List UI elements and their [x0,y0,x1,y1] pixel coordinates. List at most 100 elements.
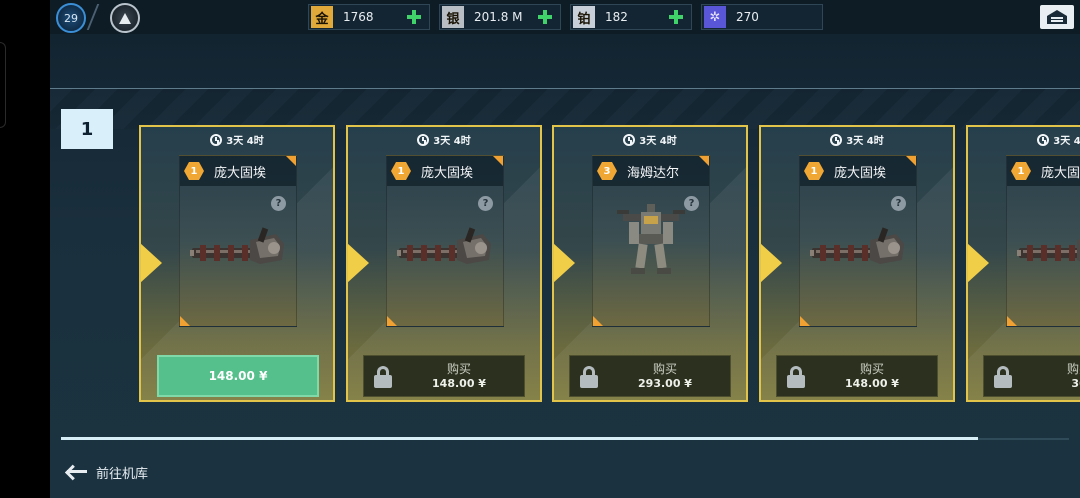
locked-buy-button[interactable]: 购买 293.00 ¥ [569,355,731,397]
header-stripe [50,89,1080,129]
gatling-gun-image [190,227,284,264]
price-label: 148.00 ¥ [208,369,268,383]
lock-icon [994,366,1012,388]
locked-buy-button[interactable]: 购买 36 [983,355,1080,397]
item-name: 庞大固埃 [834,165,887,181]
offer-card[interactable]: 3天 4时 1 庞大固埃 ? 购买 36 [966,125,1080,402]
item-level: 1 [1017,165,1025,177]
item-header: 1 庞大固埃 [800,156,916,186]
offer-card[interactable]: 3天 4时 1 庞大固埃 ? 购买 148.00 ¥ [346,125,542,402]
item-preview[interactable]: 1 庞大固埃 ? [1006,155,1080,327]
offer-time-remaining: 3天 4时 [846,136,884,147]
corner-accent [800,316,810,326]
clock-icon [417,133,430,146]
corner-accent [286,156,296,166]
buy-label: 购买 [859,362,884,376]
offer-card[interactable]: 3天 4时 1 庞大固埃 ? 148.00 ¥ [139,125,335,402]
item-header: 1 庞大固埃 [1007,156,1080,186]
item-level-hex-icon: 1 [1011,162,1031,180]
item-level: 1 [190,165,198,177]
item-level: 3 [603,165,611,177]
gold-amount: 1768 [343,10,374,24]
item-level-hex-icon: 1 [184,162,204,180]
buy-label: 购买 [446,362,471,376]
card-arrow-marker [141,243,162,283]
corner-accent [387,316,397,326]
gatling-gun-image [810,227,904,264]
price-label: 148.00 ¥ [845,377,899,390]
corner-accent [699,156,709,166]
buy-button[interactable]: 148.00 ¥ [157,355,319,397]
offer-time-remaining: 3天 4时 [433,136,471,147]
league-rank-icon[interactable] [110,3,140,33]
item-info-icon[interactable]: ? [478,196,493,211]
card-arrow-marker [968,243,989,283]
add-platinum-button[interactable] [667,8,685,26]
silver-amount: 201.8 M [474,10,523,24]
price-label: 36 [1071,377,1080,390]
offer-timer: 3天 4时 [348,132,540,147]
clock-icon [210,133,223,146]
garage-button[interactable] [1040,5,1074,29]
divider-slash [86,4,100,30]
locked-buy-button[interactable]: 购买 148.00 ¥ [776,355,938,397]
add-gold-button[interactable] [405,8,423,26]
player-level-badge[interactable]: 29 [56,3,86,33]
item-level: 1 [810,165,818,177]
add-silver-button[interactable] [536,8,554,26]
item-info-icon[interactable]: ? [271,196,286,211]
card-arrow-marker [348,243,369,283]
lock-icon [787,366,805,388]
gold-icon: 金 [311,6,333,28]
offer-card[interactable]: 3天 4时 3 海姆达尔 ? 购买 293.00 ¥ [552,125,748,402]
key-token-amount: 270 [736,10,759,24]
corner-accent [1007,316,1017,326]
key-token-icon: ✲ [704,6,726,28]
offer-timer: 3天 4时 [761,132,953,147]
item-info-icon[interactable]: ? [891,196,906,211]
card-arrow-marker [554,243,575,283]
buy-label: 购买 [652,362,677,376]
item-preview[interactable]: 1 庞大固埃 ? [386,155,504,327]
offer-time-remaining: 3天 4时 [1053,136,1080,147]
price-label: 293.00 ¥ [638,377,692,390]
top-bar: 29 金 1768 银 201.8 M 铂 182 ✲ 270 [50,0,1080,34]
lock-icon [374,366,392,388]
corner-accent [493,156,503,166]
corner-accent [180,316,190,326]
currency-silver: 银 201.8 M [439,4,561,30]
locked-buy-button[interactable]: 购买 148.00 ¥ [363,355,525,397]
item-header: 1 庞大固埃 [387,156,503,186]
go-to-hangar-button[interactable]: 前往机库 [64,461,148,483]
go-to-hangar-label: 前往机库 [96,466,149,482]
item-preview[interactable]: 3 海姆达尔 ? [592,155,710,327]
item-level-hex-icon: 3 [597,162,617,180]
garage-icon [1047,10,1067,24]
offer-timer: 3天 4时 [141,132,333,147]
player-level: 29 [64,11,78,25]
item-level: 1 [397,165,405,177]
clock-icon [1037,133,1050,146]
corner-accent [593,316,603,326]
offer-timer: 3天 4时 [968,132,1080,147]
back-arrow-icon [64,461,88,483]
device-notch [0,42,6,128]
offer-time-remaining: 3天 4时 [639,136,677,147]
offer-page-number: 1 [61,109,113,149]
platinum-icon: 铂 [573,6,595,28]
item-preview[interactable]: 1 庞大固埃 ? [799,155,917,327]
platinum-amount: 182 [605,10,628,24]
item-header: 3 海姆达尔 [593,156,709,186]
scroll-thumb[interactable] [61,437,978,440]
clock-icon [830,133,843,146]
offer-timer: 3天 4时 [554,132,746,147]
clock-icon [623,133,636,146]
item-preview[interactable]: 1 庞大固埃 ? [179,155,297,327]
gatling-gun-image [1017,239,1080,262]
offer-card[interactable]: 3天 4时 1 庞大固埃 ? 购买 148.00 ¥ [759,125,955,402]
gatling-gun-image [397,227,491,264]
currency-key-tokens: ✲ 270 [701,4,823,30]
game-screen: 29 金 1768 银 201.8 M 铂 182 ✲ 270 1 3天 4时 … [50,0,1080,498]
price-label: 148.00 ¥ [432,377,486,390]
card-arrow-marker [761,243,782,283]
